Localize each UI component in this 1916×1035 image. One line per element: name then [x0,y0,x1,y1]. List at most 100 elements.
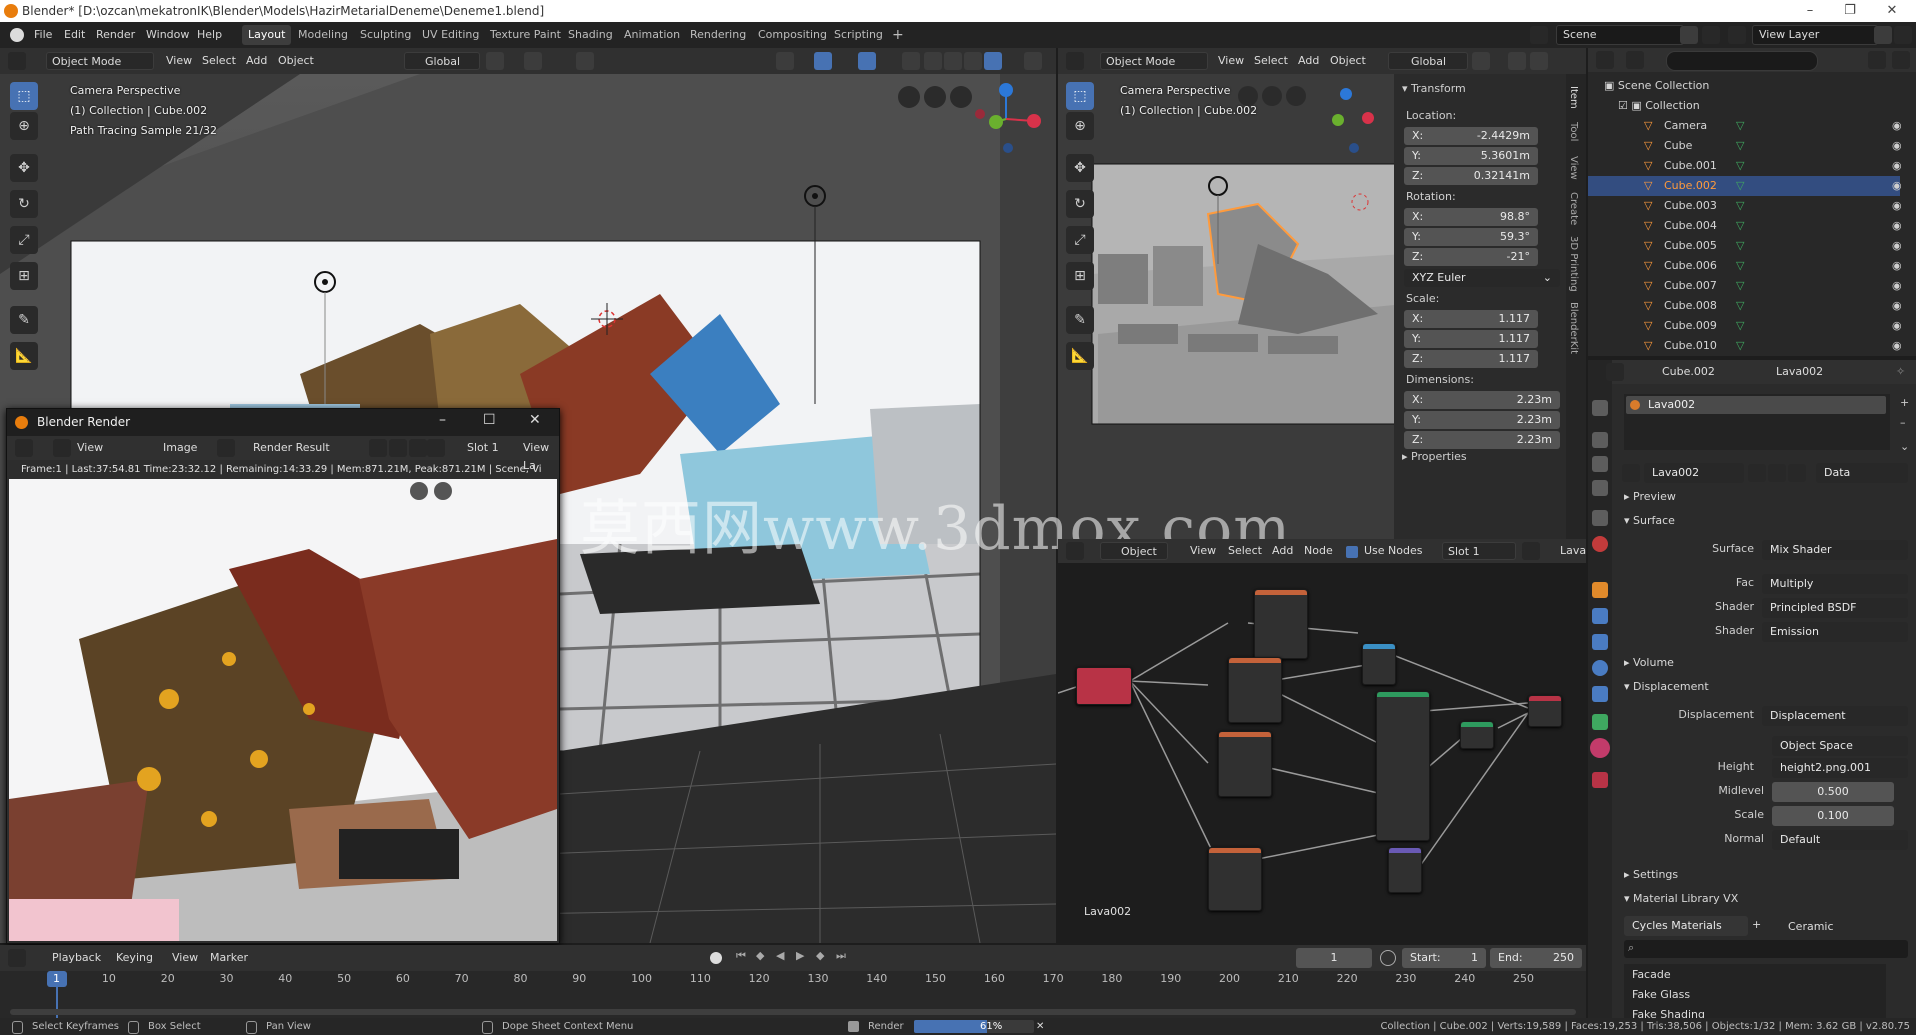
tab-compositing[interactable]: Compositing [752,25,833,45]
render-result-field[interactable]: Render Result [253,439,330,457]
new-view-layer-icon[interactable] [1874,26,1892,44]
wireframe-shading-icon[interactable] [924,52,942,70]
mesh-data-icon[interactable]: ▽ [1736,136,1744,156]
camera-view-icon[interactable] [898,86,920,108]
view-layer-properties-icon[interactable] [1592,480,1608,496]
xray-icon[interactable] [902,52,920,70]
pause-render-icon[interactable] [1024,52,1042,70]
tab-uv-editing[interactable]: UV Editing [416,25,485,45]
rotate-tool-icon[interactable]: ↻ [10,190,38,218]
dimensions-z-field[interactable]: Z: 2.23m [1404,431,1560,449]
tool-properties-icon[interactable] [1592,400,1608,416]
play-icon[interactable]: ▶ [796,949,804,962]
scale-field[interactable]: 0.100 [1772,806,1894,826]
editor-type-icon[interactable] [1606,363,1624,381]
tab-sculpting[interactable]: Sculpting [354,25,417,45]
timeline-menu-keying[interactable]: Keying [116,949,153,967]
volume-section[interactable]: ▸ Volume [1624,656,1674,669]
mesh-data-icon[interactable]: ▽ [1736,216,1744,236]
display-mode-icon[interactable] [1626,51,1644,69]
close-window-button[interactable]: ✕ [1872,0,1912,22]
editor-type-icon[interactable] [1066,542,1084,560]
editor-type-icon[interactable] [8,52,26,70]
measure-tool-icon[interactable]: 📐 [1066,342,1094,370]
menu-render[interactable]: Render [96,22,135,48]
menu-help[interactable]: Help [197,22,222,48]
remove-slot-button[interactable]: – [1900,416,1906,429]
viewport2-menu-object[interactable]: Object [1330,52,1366,70]
timeline-menu-marker[interactable]: Marker [210,949,248,967]
particle-properties-icon[interactable] [1592,634,1608,650]
visibility-eye-icon[interactable]: ◉ [1892,136,1902,156]
outliner-scene-collection[interactable]: ▣ Scene Collection [1604,76,1916,96]
shader1-field[interactable]: Principled BSDF [1762,598,1908,618]
start-frame-field[interactable]: Start: 1 [1402,948,1486,968]
visibility-eye-icon[interactable]: ◉ [1892,156,1902,176]
viewport2-menu-view[interactable]: View [1218,52,1244,70]
fake-user-icon[interactable] [1748,464,1766,482]
jump-start-icon[interactable]: ⏮ [736,949,746,963]
material-library-section[interactable]: ▾ Material Library VX [1624,892,1738,905]
node-type-dropdown[interactable]: Object [1100,542,1168,560]
surface-shader-field[interactable]: Mix Shader [1762,540,1908,560]
material-browse-icon[interactable] [1622,464,1640,482]
editor-type-icon[interactable] [1596,51,1614,69]
snap-icon[interactable] [1508,52,1526,70]
prev-keyframe-icon[interactable]: ◆ [756,949,764,962]
scale-x-field[interactable]: X: 1.117 [1404,310,1538,328]
material-shading-icon[interactable] [964,52,982,70]
link-dropdown[interactable]: Data [1816,463,1908,483]
viewport1-menu-object[interactable]: Object [278,52,314,70]
image-view-icon[interactable] [53,439,71,457]
viewport1-menu-select[interactable]: Select [202,52,236,70]
outliner-item[interactable]: ▽ Cube.010 ▽ ◉ [1588,336,1902,356]
image-browse-icon[interactable] [217,439,235,457]
outliner-item[interactable]: ▽ Camera ▽ ◉ [1588,116,1902,136]
preview-range-icon[interactable] [1380,950,1396,966]
render-close-button[interactable]: ✕ [529,412,541,428]
material-browse-icon[interactable] [1522,542,1540,560]
mesh-data-icon[interactable]: ▽ [1736,296,1744,316]
node-texture-d[interactable] [1208,847,1262,911]
slot-menu-icon[interactable]: ⌄ [1900,440,1909,453]
visibility-eye-icon[interactable]: ◉ [1892,336,1902,356]
midlevel-field[interactable]: 0.500 [1772,782,1894,802]
new-image-icon[interactable] [389,439,407,457]
overlay-icon[interactable] [858,52,876,70]
scale-tool-icon[interactable]: ⤢ [1066,226,1094,254]
node-material-field[interactable]: Lava [1560,542,1586,560]
timeline-scrollbar[interactable] [10,1009,1576,1015]
data-properties-icon[interactable] [1592,714,1608,730]
end-frame-field[interactable]: End: 250 [1490,948,1582,968]
outliner-item[interactable]: ▽ Cube.005 ▽ ◉ [1588,236,1902,256]
pivot-icon[interactable] [1472,52,1490,70]
visibility-eye-icon[interactable]: ◉ [1892,216,1902,236]
mesh-data-icon[interactable]: ▽ [1736,176,1744,196]
tab-modeling[interactable]: Modeling [292,25,354,45]
unlink-image-icon[interactable] [427,439,445,457]
viewport2-menu-select[interactable]: Select [1254,52,1288,70]
current-frame-field[interactable]: 1 [1296,948,1372,968]
proportional-edit-icon[interactable] [1530,52,1548,70]
scene-icon[interactable] [1530,26,1548,44]
node-red[interactable] [1076,667,1132,705]
scene-field[interactable]: Scene [1556,25,1684,45]
space-dropdown[interactable]: Object Space [1772,736,1908,756]
render-minimize-button[interactable]: – [439,412,446,428]
library-item[interactable]: Facade [1632,968,1671,981]
viewport2-canvas[interactable]: Camera Perspective (1) Collection | Cube… [1058,74,1404,544]
mesh-data-icon[interactable]: ▽ [1736,276,1744,296]
tab-rendering[interactable]: Rendering [684,25,752,45]
location-x-field[interactable]: X: -2.4429m [1404,127,1538,145]
viewport1-orientation-dropdown[interactable]: Global [404,52,480,70]
location-y-field[interactable]: Y: 5.3601m [1404,147,1538,165]
minimize-button[interactable]: – [1790,0,1830,22]
outliner-item[interactable]: ▽ Cube.001 ▽ ◉ [1588,156,1902,176]
new-collection-icon[interactable] [1892,51,1910,69]
outliner-item[interactable]: ▽ Cube.009 ▽ ◉ [1588,316,1902,336]
physics-properties-icon[interactable] [1592,660,1608,676]
viewport1-mode-dropdown[interactable]: Object Mode [46,52,154,70]
outliner-item[interactable]: ▽ Cube ▽ ◉ [1588,136,1902,156]
transform-tool-icon[interactable]: ⊞ [1066,262,1094,290]
annotate-tool-icon[interactable]: ✎ [10,306,38,334]
